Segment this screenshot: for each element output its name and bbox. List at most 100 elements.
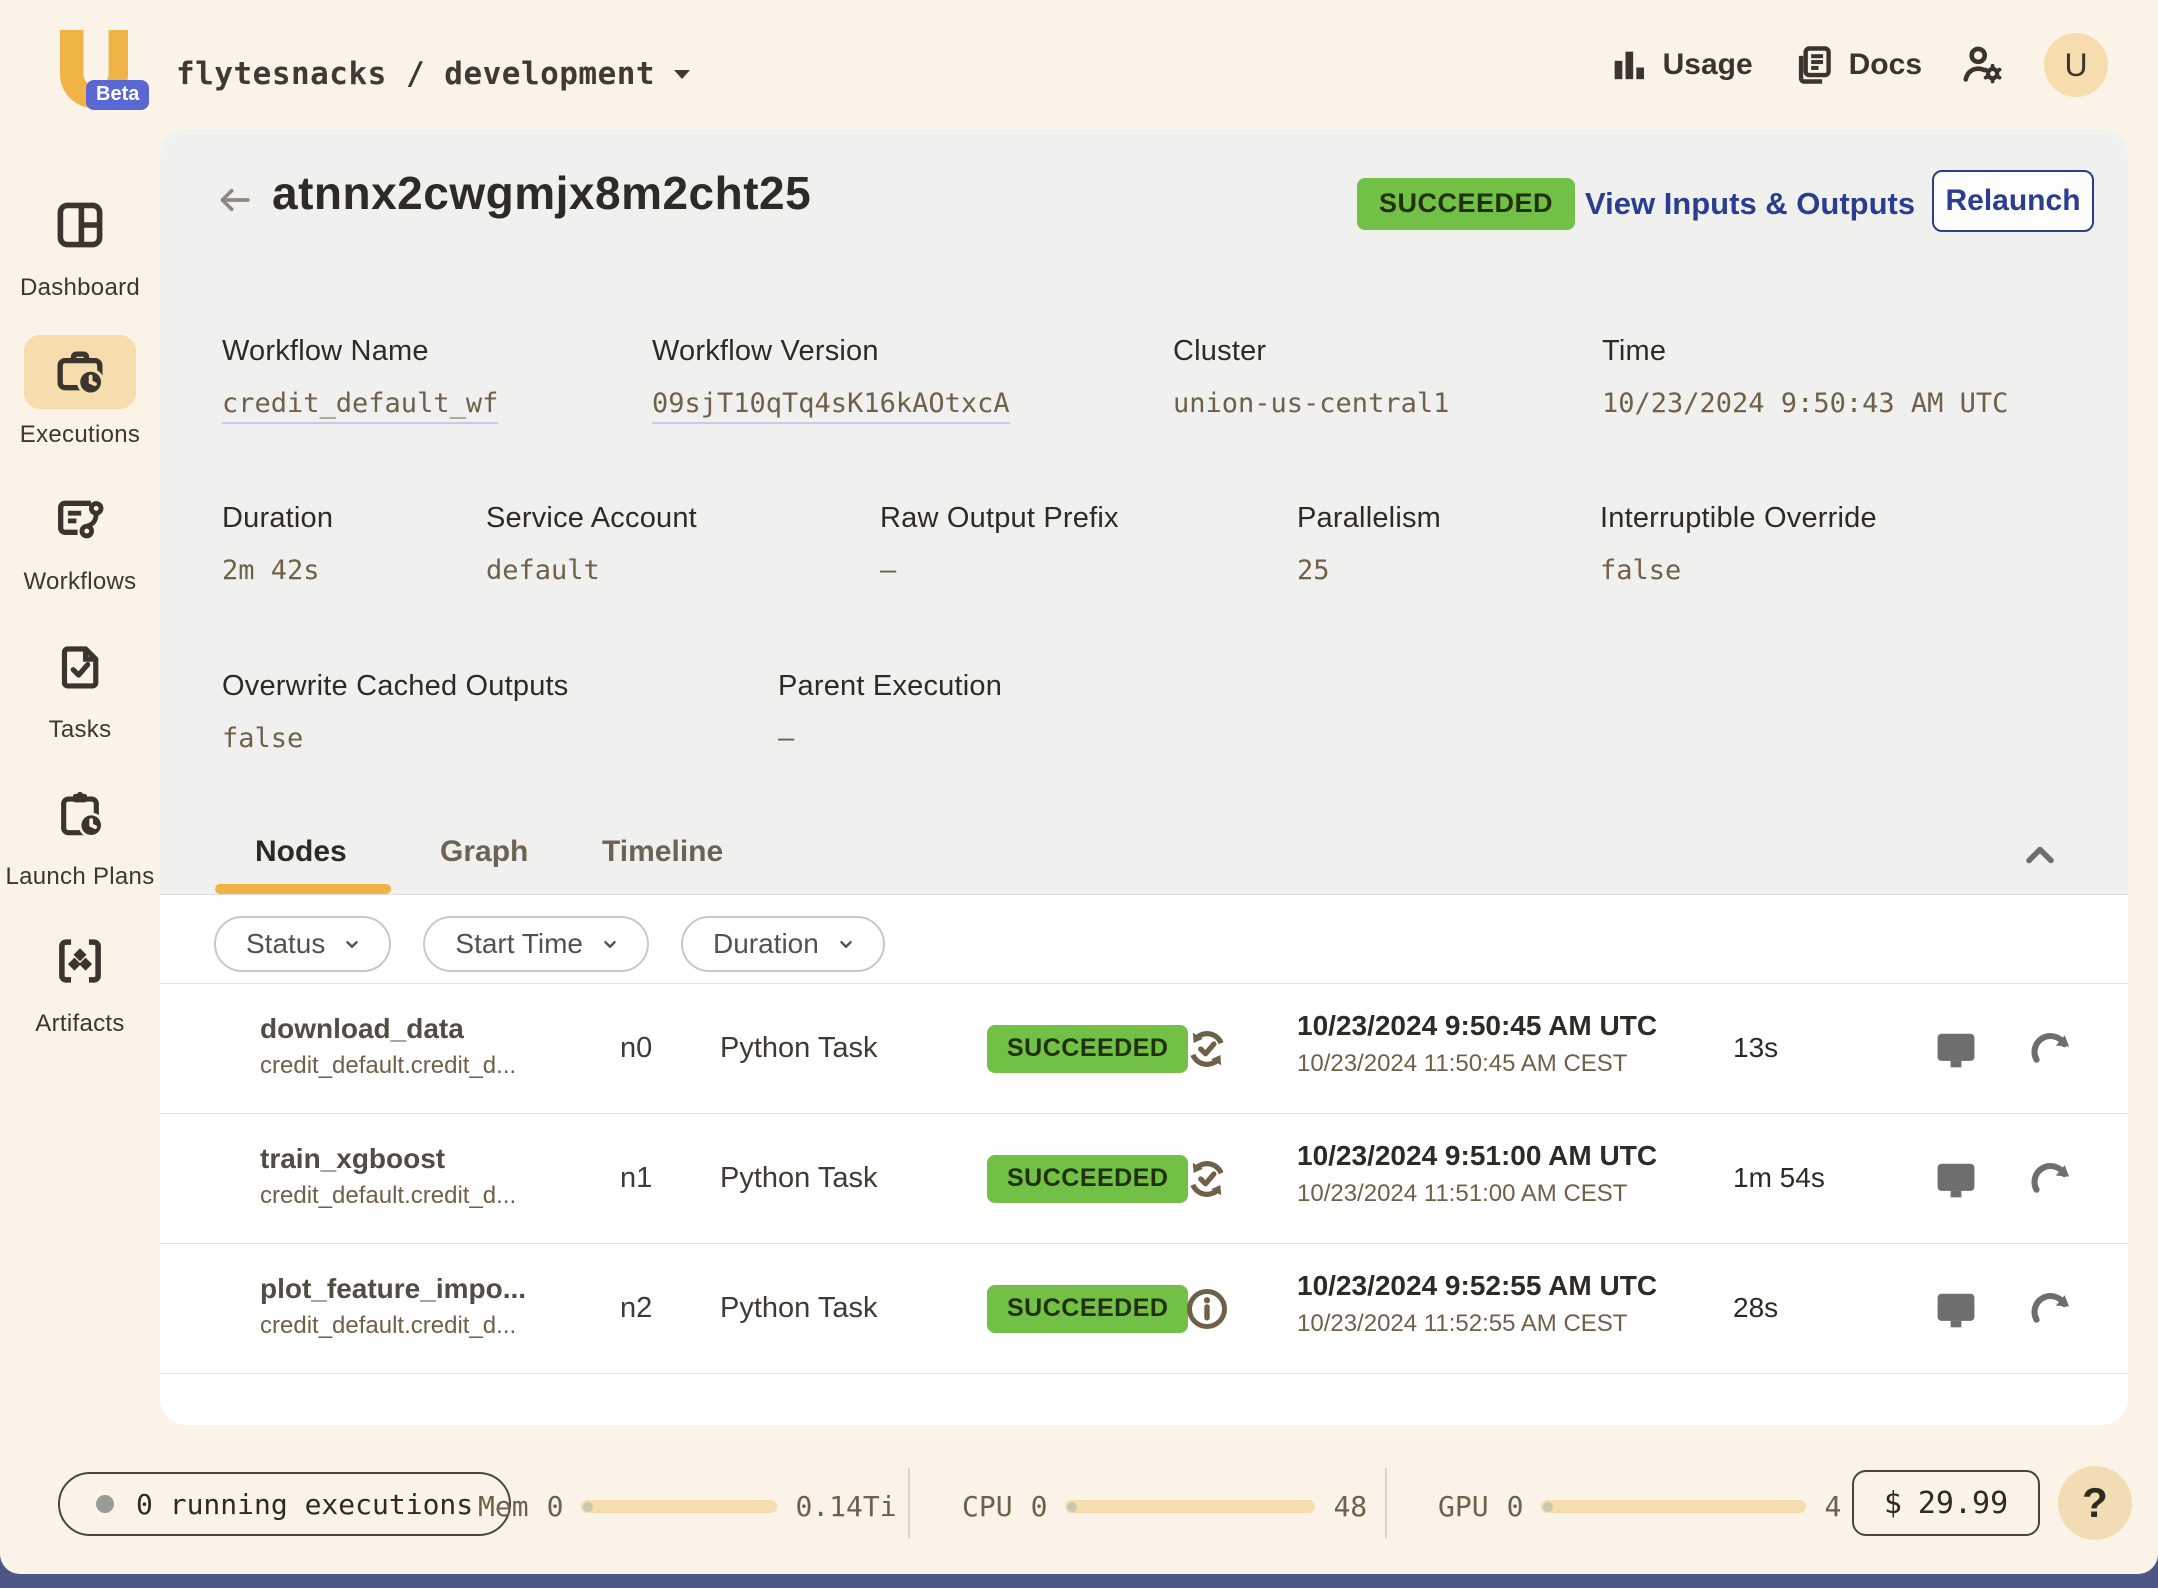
node-type: Python Task: [720, 1162, 877, 1195]
back-button[interactable]: [212, 178, 256, 222]
top-bar: Beta flytesnacks / development Usage: [0, 0, 2158, 130]
node-start-time: 10/23/2024 9:50:45 AM UTC 10/23/2024 11:…: [1297, 1010, 1657, 1078]
collapse-panel-button[interactable]: [2018, 833, 2062, 877]
filter-status[interactable]: Status: [214, 916, 391, 972]
sidebar-item-dashboard[interactable]: Dashboard: [0, 188, 160, 303]
tab-nodes[interactable]: Nodes: [255, 835, 347, 869]
docs-button[interactable]: Docs: [1791, 43, 1922, 87]
filter-duration[interactable]: Duration: [681, 916, 885, 972]
dollar-icon: $: [1884, 1486, 1902, 1521]
sidebar-item-launch-plans[interactable]: Launch Plans: [0, 777, 160, 892]
node-start-utc: 10/23/2024 9:50:45 AM UTC: [1297, 1010, 1657, 1042]
node-start-local: 10/23/2024 11:50:45 AM CEST: [1297, 1050, 1657, 1078]
workflow-name-link[interactable]: credit_default_wf: [222, 388, 498, 419]
sidebar-item-executions[interactable]: Executions: [0, 335, 160, 450]
artifacts-icon: [51, 932, 109, 990]
meta-label: Workflow Name: [222, 335, 498, 368]
help-button[interactable]: ?: [2058, 1466, 2132, 1540]
meta-value: –: [880, 555, 1119, 586]
sidebar-label-tasks: Tasks: [49, 714, 112, 745]
sidebar-label-workflows: Workflows: [24, 566, 137, 597]
meta-value: default: [486, 555, 697, 586]
running-status-dot: [96, 1495, 114, 1513]
tasks-icon: [53, 640, 107, 694]
node-row-plot-feature-importance[interactable]: plot_feature_impo... credit_default.cred…: [160, 1243, 2128, 1373]
sidebar-item-artifacts[interactable]: Artifacts: [0, 924, 160, 1039]
rerun-node-button[interactable]: [2024, 1154, 2076, 1206]
view-logs-button[interactable]: [1930, 1284, 1982, 1336]
cpu-bar: [1065, 1500, 1315, 1513]
monitor-icon: [1930, 1284, 1982, 1336]
meta-parallelism: Parallelism 25: [1297, 502, 1441, 586]
tab-graph[interactable]: Graph: [440, 835, 528, 869]
info-icon[interactable]: [1182, 1284, 1232, 1334]
memory-capacity: 0.14Ti: [795, 1490, 896, 1523]
tab-timeline[interactable]: Timeline: [602, 835, 723, 869]
running-executions-button[interactable]: 0 running executions: [58, 1472, 511, 1536]
filter-start-time[interactable]: Start Time: [423, 916, 649, 972]
docs-label: Docs: [1849, 48, 1922, 82]
node-start-time: 10/23/2024 9:52:55 AM UTC 10/23/2024 11:…: [1297, 1270, 1657, 1338]
chevron-down-icon: [599, 933, 621, 955]
sidebar-nav: Dashboard Executions: [0, 130, 160, 1574]
node-start-time: 10/23/2024 9:51:00 AM UTC 10/23/2024 11:…: [1297, 1140, 1657, 1208]
meta-cluster: Cluster union-us-central1: [1173, 335, 1449, 419]
avatar-initial: U: [2064, 47, 2087, 84]
node-start-local: 10/23/2024 11:51:00 AM CEST: [1297, 1180, 1657, 1208]
usage-button[interactable]: Usage: [1609, 45, 1753, 85]
meta-label: Parent Execution: [778, 670, 1002, 703]
sidebar-item-tasks[interactable]: Tasks: [0, 630, 160, 745]
rerun-node-button[interactable]: [2024, 1284, 2076, 1336]
admin-button[interactable]: [1960, 42, 2006, 88]
gpu-label: GPU: [1438, 1490, 1489, 1523]
workflow-version-link[interactable]: 09sjT10qTq4sK16kAOtxcA: [652, 388, 1010, 419]
cached-icon[interactable]: [1182, 1024, 1232, 1074]
chevron-down-icon: [673, 69, 691, 80]
execution-status-badge: SUCCEEDED: [1357, 178, 1575, 230]
view-logs-button[interactable]: [1930, 1154, 1982, 1206]
sidebar-item-workflows[interactable]: Workflows: [0, 482, 160, 597]
breadcrumb[interactable]: flytesnacks / development: [176, 56, 691, 92]
memory-bar: [581, 1500, 777, 1513]
docs-icon: [1791, 43, 1835, 87]
table-footer-spacer: [160, 1373, 2128, 1425]
chevron-up-icon: [2018, 833, 2062, 877]
node-id: n0: [620, 1032, 652, 1065]
meta-parent-execution: Parent Execution –: [778, 670, 1002, 754]
redo-icon: [2024, 1154, 2076, 1206]
meta-value: 09sjT10qTq4sK16kAOtxcA: [652, 388, 1010, 424]
view-logs-button[interactable]: [1930, 1024, 1982, 1076]
node-row-train-xgboost[interactable]: train_xgboost credit_default.credit_d...…: [160, 1113, 2128, 1243]
meta-overwrite-cached-outputs: Overwrite Cached Outputs false: [222, 670, 569, 754]
node-name-link[interactable]: download_data: [260, 1013, 464, 1045]
relaunch-button[interactable]: Relaunch: [1932, 170, 2094, 232]
rerun-node-button[interactable]: [2024, 1024, 2076, 1076]
meta-label: Raw Output Prefix: [880, 502, 1119, 535]
chevron-down-icon: [341, 933, 363, 955]
workflows-icon: [51, 490, 109, 548]
executions-icon: [51, 343, 109, 401]
meta-label: Overwrite Cached Outputs: [222, 670, 569, 703]
meta-interruptible-override: Interruptible Override false: [1600, 502, 1877, 586]
memory-meter: Mem 0 0.14Ti: [478, 1490, 897, 1523]
node-row-download-data[interactable]: download_data credit_default.credit_d...…: [160, 983, 2128, 1113]
divider: [908, 1468, 910, 1538]
redo-icon: [2024, 1024, 2076, 1076]
user-avatar[interactable]: U: [2044, 33, 2108, 97]
memory-current: 0: [547, 1490, 564, 1523]
view-inputs-outputs-link[interactable]: View Inputs & Outputs: [1585, 186, 1915, 222]
cpu-current: 0: [1031, 1490, 1048, 1523]
filter-duration-label: Duration: [713, 928, 819, 960]
cost-button[interactable]: $ 29.99: [1852, 1470, 2040, 1536]
node-name-link[interactable]: plot_feature_impo...: [260, 1273, 526, 1305]
cached-icon[interactable]: [1182, 1154, 1232, 1204]
memory-label: Mem: [478, 1490, 529, 1523]
monitor-icon: [1930, 1024, 1982, 1076]
union-logo[interactable]: Beta: [52, 24, 162, 114]
filter-status-label: Status: [246, 928, 325, 960]
node-package: credit_default.credit_d...: [260, 1052, 516, 1080]
cpu-meter: CPU 0 48: [962, 1490, 1367, 1523]
sidebar-label-artifacts: Artifacts: [35, 1008, 124, 1039]
divider: [1385, 1468, 1387, 1538]
node-name-link[interactable]: train_xgboost: [260, 1143, 445, 1175]
